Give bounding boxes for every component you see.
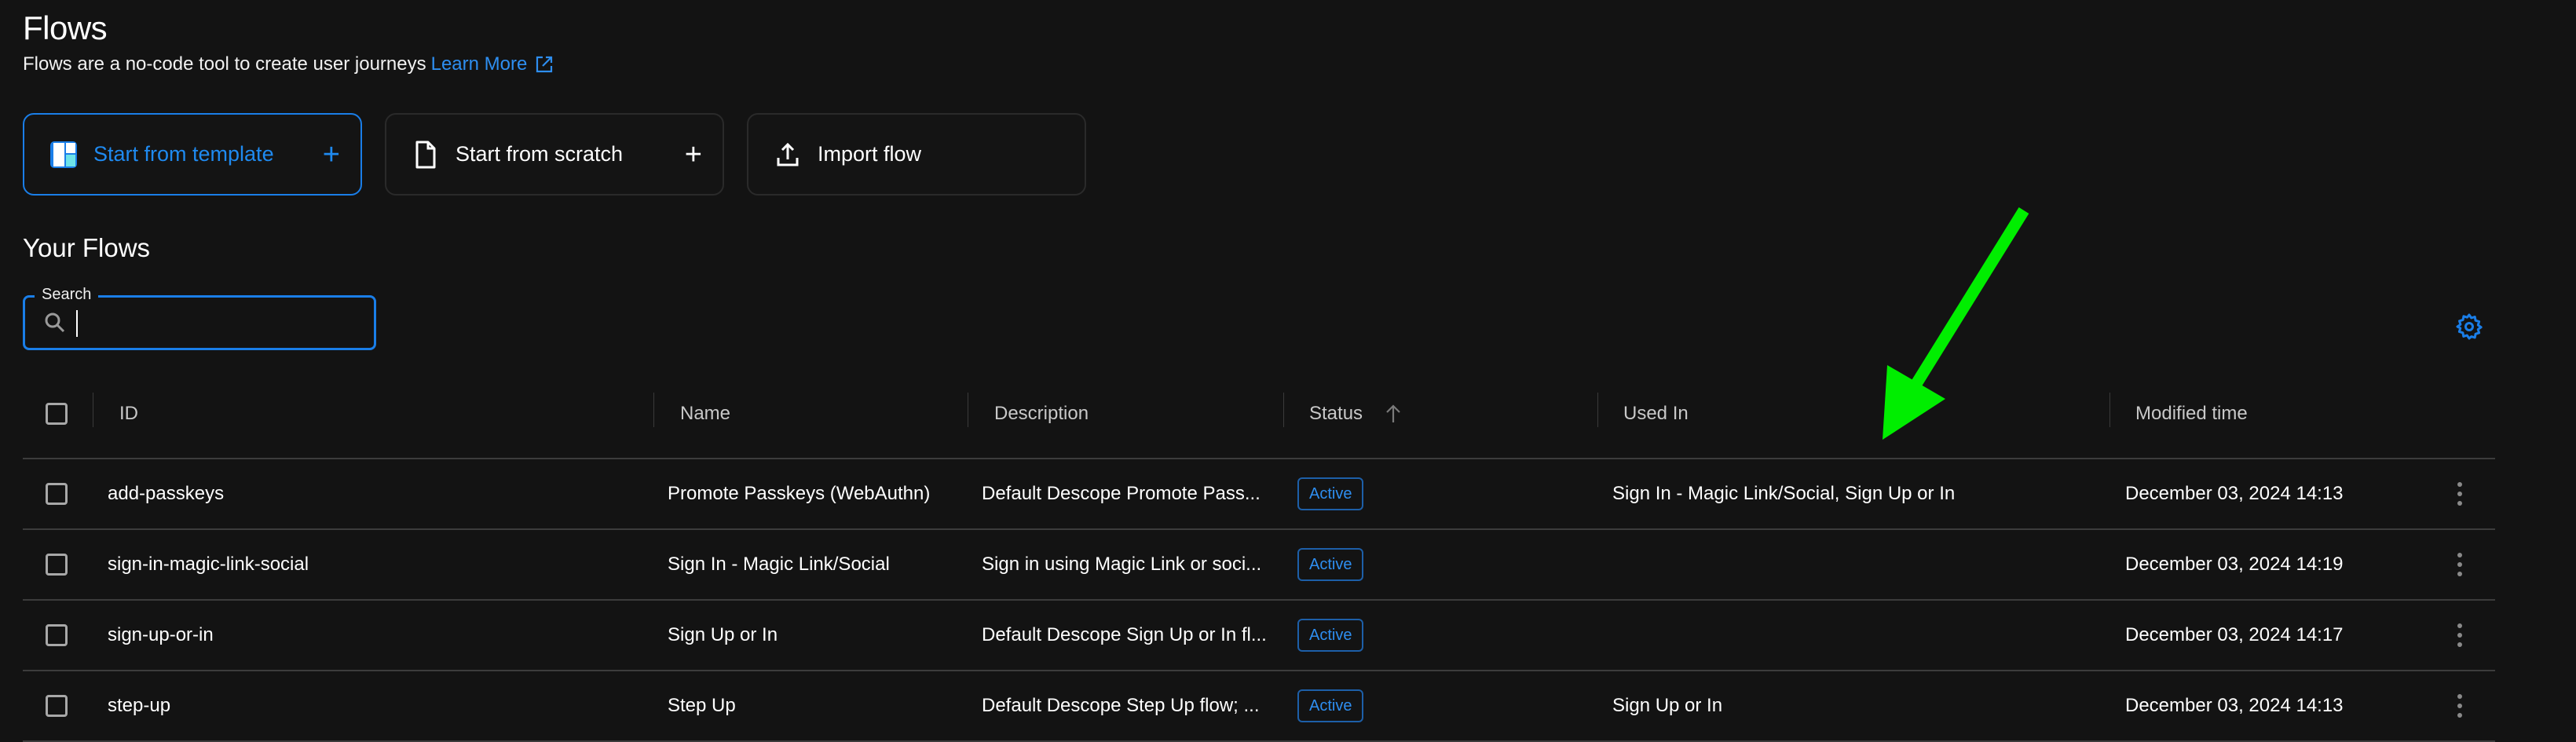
table-row[interactable]: step-up Step Up Default Descope Step Up … [23,671,2495,742]
flows-table: ID Name Description Status Used In Modif… [23,369,2495,742]
column-divider[interactable] [2109,393,2110,427]
start-from-template-button[interactable]: Start from template + [23,113,362,196]
row-actions-cell [2456,601,2464,670]
import-flow-label: Import flow [818,142,922,166]
text-caret [76,310,78,337]
column-label: Modified time [2135,402,2248,424]
column-divider[interactable] [1597,393,1598,427]
row-checkbox[interactable] [46,624,68,646]
plus-icon: + [322,137,340,171]
plus-icon: + [684,137,702,171]
column-header-status[interactable]: Status [1309,369,1402,458]
cell-name: Promote Passkeys (WebAuthn) [668,483,931,504]
row-checkbox[interactable] [46,695,68,717]
column-label: ID [119,402,138,424]
cell-description: Sign in using Magic Link or soci... [982,554,1262,575]
status-badge: Active [1297,689,1364,722]
column-header-modified-time[interactable]: Modified time [2135,369,2248,458]
select-all-checkbox[interactable] [46,402,68,425]
search-input[interactable] [74,306,364,339]
row-actions-cell [2456,671,2464,740]
gear-icon[interactable] [2455,313,2483,341]
status-badge: Active [1297,619,1364,652]
table-row[interactable]: add-passkeys Promote Passkeys (WebAuthn)… [23,459,2495,530]
cell-id: sign-in-magic-link-social [108,554,309,575]
cell-description: Default Descope Step Up flow; ... [982,695,1260,716]
learn-more-label: Learn More [430,53,528,75]
search-label: Search [35,284,99,305]
start-from-scratch-label: Start from scratch [456,142,624,166]
row-select-cell [46,530,68,599]
page-subtitle: Flows are a no-code tool to create user … [23,52,554,77]
more-options-icon[interactable] [2456,553,2464,576]
cell-id: step-up [108,695,171,716]
column-header-description[interactable]: Description [994,369,1089,458]
table-row[interactable]: sign-in-magic-link-social Sign In - Magi… [23,530,2495,601]
cell-id: sign-up-or-in [108,624,214,645]
your-flows-heading: Your Flows [23,233,151,262]
import-flow-button[interactable]: Import flow [747,113,1086,196]
learn-more-link[interactable]: Learn More [431,52,554,77]
cell-modified-time: December 03, 2024 14:13 [2125,695,2344,716]
more-options-icon[interactable] [2456,623,2464,647]
row-actions-cell [2456,459,2464,528]
cell-used-in: Sign In - Magic Link/Social, Sign Up or … [1612,483,1956,504]
column-label: Status [1309,402,1363,424]
cell-description: Default Descope Promote Pass... [982,483,1261,504]
column-label: Description [994,402,1089,424]
cell-status: Active [1297,459,1364,528]
table-body: add-passkeys Promote Passkeys (WebAuthn)… [23,459,2495,742]
row-select-cell [46,459,68,528]
table-row[interactable]: sign-up-or-in Sign Up or In Default Desc… [23,601,2495,671]
upload-icon [774,141,802,169]
more-options-icon[interactable] [2456,482,2464,506]
row-checkbox[interactable] [46,554,68,576]
row-actions-cell [2456,530,2464,599]
start-from-scratch-button[interactable]: Start from scratch + [385,113,724,196]
status-badge: Active [1297,548,1364,581]
file-icon [412,141,440,169]
column-label: Used In [1623,402,1689,424]
cell-modified-time: December 03, 2024 14:17 [2125,624,2344,645]
table-header: ID Name Description Status Used In Modif… [23,369,2495,459]
column-divider[interactable] [653,393,654,427]
cell-description: Default Descope Sign Up or In fl... [982,624,1267,645]
cell-name: Step Up [668,695,736,716]
cell-name: Sign Up or In [668,624,778,645]
select-all-cell [46,369,68,458]
sort-ascending-icon[interactable] [1385,404,1402,424]
row-select-cell [46,671,68,740]
search-icon [45,313,65,333]
start-from-template-label: Start from template [93,142,274,166]
cell-modified-time: December 03, 2024 14:13 [2125,483,2344,504]
row-checkbox[interactable] [46,483,68,505]
column-header-id[interactable]: ID [119,369,138,458]
cell-status: Active [1297,671,1364,740]
cell-status: Active [1297,530,1364,599]
column-label: Name [680,402,731,424]
column-divider[interactable] [1283,393,1284,427]
page-title: Flows [23,9,108,46]
subtitle-text: Flows are a no-code tool to create user … [23,53,426,75]
row-select-cell [46,601,68,670]
column-header-used-in[interactable]: Used In [1623,369,1689,458]
template-icon [49,141,78,169]
cell-used-in: Sign Up or In [1612,695,1723,716]
cell-id: add-passkeys [108,483,225,504]
cell-status: Active [1297,601,1364,670]
column-header-name[interactable]: Name [680,369,730,458]
status-badge: Active [1297,477,1364,510]
cell-name: Sign In - Magic Link/Social [668,554,890,575]
cell-modified-time: December 03, 2024 14:19 [2125,554,2344,575]
external-link-icon [536,56,553,73]
more-options-icon[interactable] [2456,694,2464,718]
